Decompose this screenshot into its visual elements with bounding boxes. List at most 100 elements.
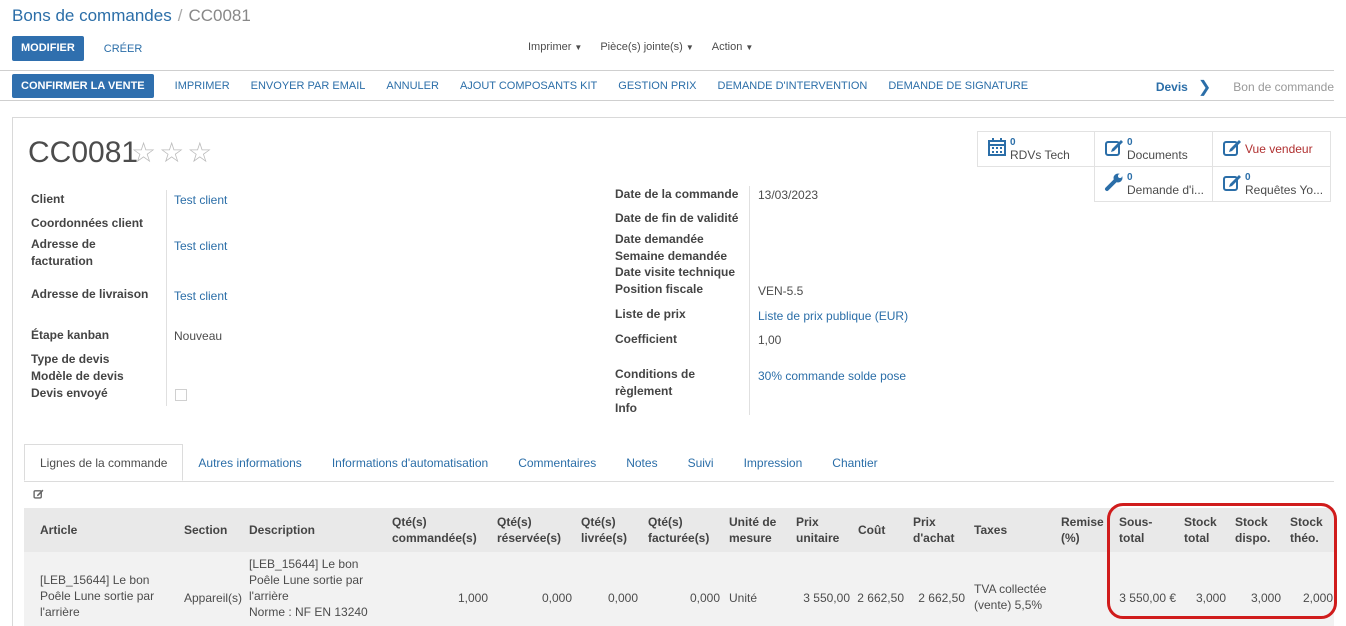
print-button[interactable]: IMPRIMER xyxy=(175,80,230,92)
tab-automation-info[interactable]: Informations d'automatisation xyxy=(317,445,503,481)
caret-down-icon: ▼ xyxy=(574,43,583,52)
pricelist-label: Liste de prix xyxy=(615,307,686,321)
cancel-button[interactable]: ANNULER xyxy=(386,80,439,92)
cell-description: [LEB_15644] Le bon Poêle Lune sortie par l… xyxy=(249,557,368,619)
column-header-discount[interactable]: Remise (%) xyxy=(1061,514,1104,546)
rdv-count: 0 xyxy=(1010,137,1016,148)
breadcrumb-parent-link[interactable]: Bons de commandes xyxy=(12,6,172,25)
tab-other-info[interactable]: Autres informations xyxy=(183,445,316,481)
cell-qty-invoiced: 0,000 xyxy=(689,591,720,605)
client-coordinates-label: Coordonnées client xyxy=(31,216,144,230)
documents-button[interactable]: 0 Documents xyxy=(1094,131,1213,167)
delivery-address-value[interactable]: Test client xyxy=(174,289,227,303)
statusbar: CONFIRMER LA VENTE IMPRIMER ENVOYER PAR … xyxy=(0,70,1334,101)
column-header-purchase-price[interactable]: Prix d'achat xyxy=(913,514,955,546)
action-dropdown[interactable]: Action ▼ xyxy=(712,41,754,53)
print-dropdown[interactable]: Imprimer ▼ xyxy=(528,41,582,53)
intervention-request-smart-button[interactable]: 0 Demande d'i... xyxy=(1094,166,1213,202)
billing-address-value[interactable]: Test client xyxy=(174,239,227,253)
control-panel-buttons: MODIFIER CRÉER xyxy=(12,36,142,61)
column-header-cost[interactable]: Coût xyxy=(858,522,885,538)
tab-tracking[interactable]: Suivi xyxy=(673,445,729,481)
stage-sale-order[interactable]: Bon de commande xyxy=(1233,80,1334,94)
highlight-annotation xyxy=(1107,503,1337,619)
cell-qty-delivered: 0,000 xyxy=(607,591,638,605)
quote-sent-label: Devis envoyé xyxy=(31,386,108,400)
client-value[interactable]: Test client xyxy=(174,193,227,207)
caret-down-icon: ▼ xyxy=(685,43,694,52)
coefficient-value: 1,00 xyxy=(758,333,782,347)
send-email-button[interactable]: ENVOYER PAR EMAIL xyxy=(251,80,366,92)
cell-cost: 2 662,50 xyxy=(857,591,904,605)
priority-stars[interactable]: ☆☆☆ xyxy=(131,136,215,169)
documents-label: Documents xyxy=(1127,149,1188,161)
rdv-label: RDVs Tech xyxy=(1010,149,1070,161)
column-header-uom[interactable]: Unité de mesure xyxy=(729,514,776,546)
column-header-unit-price[interactable]: Prix unitaire xyxy=(796,514,839,546)
column-header-taxes[interactable]: Taxes xyxy=(974,522,1007,538)
order-date-value: 13/03/2023 xyxy=(758,188,819,202)
edit-button[interactable]: MODIFIER xyxy=(12,36,84,61)
kanban-stage-value: Nouveau xyxy=(174,329,223,343)
order-date-label: Date de la commande xyxy=(615,187,739,201)
cell-section: Appareil(s) xyxy=(184,591,243,605)
attachments-dropdown[interactable]: Pièce(s) jointe(s) ▼ xyxy=(600,41,693,53)
column-header-qty-delivered[interactable]: Qté(s) livrée(s) xyxy=(581,514,627,546)
stage-indicator: Devis ❯ Bon de commande xyxy=(1156,77,1334,97)
cell-qty-reserved: 0,000 xyxy=(541,591,572,605)
column-header-section[interactable]: Section xyxy=(184,522,227,538)
breadcrumb: Bons de commandes / CC0081 xyxy=(12,6,251,26)
cell-qty-ordered: 1,000 xyxy=(457,591,488,605)
column-header-qty-reserved[interactable]: Qté(s) réservée(s) xyxy=(497,514,561,546)
documents-count: 0 xyxy=(1127,137,1133,148)
stage-quote[interactable]: Devis xyxy=(1156,80,1188,94)
edit-icon xyxy=(1219,137,1245,162)
quote-sent-checkbox[interactable] xyxy=(175,389,187,401)
cell-article: [LEB_15644] Le bon Poêle Lune sortie par l… xyxy=(40,573,155,619)
chevron-right-icon: ❯ xyxy=(1197,79,1212,96)
requests-count: 0 xyxy=(1245,172,1251,183)
edit-lines-icon[interactable] xyxy=(33,488,44,502)
vendor-view-label: Vue vendeur xyxy=(1245,143,1313,155)
intervention-label: Demande d'i... xyxy=(1127,184,1204,196)
coefficient-label: Coefficient xyxy=(615,332,678,346)
column-header-article[interactable]: Article xyxy=(40,522,77,538)
rdv-tech-button[interactable]: 0 RDVs Tech xyxy=(977,131,1095,167)
column-header-qty-invoiced[interactable]: Qté(s) facturée(s) xyxy=(648,514,709,546)
info-label: Info xyxy=(615,401,637,415)
client-label: Client xyxy=(31,192,65,206)
breadcrumb-separator: / xyxy=(177,6,183,25)
edit-icon xyxy=(1101,137,1127,162)
quote-type-label: Type de devis xyxy=(31,352,110,366)
intervention-count: 0 xyxy=(1127,172,1133,183)
column-header-description[interactable]: Description xyxy=(249,522,315,538)
tab-order-lines[interactable]: Lignes de la commande xyxy=(24,444,184,481)
requests-button[interactable]: 0 Requêtes Yo... xyxy=(1212,166,1331,202)
add-kit-components-button[interactable]: AJOUT COMPOSANTS KIT xyxy=(460,80,597,92)
create-button[interactable]: CRÉER xyxy=(104,43,143,55)
tab-printing[interactable]: Impression xyxy=(729,445,818,481)
vendor-view-button[interactable]: Vue vendeur xyxy=(1212,131,1331,167)
sidebar-dropdowns: Imprimer ▼ Pièce(s) jointe(s) ▼ Action ▼ xyxy=(528,41,753,53)
intervention-request-button[interactable]: DEMANDE D'INTERVENTION xyxy=(718,80,868,92)
wrench-icon xyxy=(1101,172,1127,197)
field-divider xyxy=(749,186,750,415)
kanban-stage-label: Étape kanban xyxy=(31,328,110,342)
delivery-address-label: Adresse de livraison xyxy=(31,287,149,301)
cell-purchase-price: 2 662,50 xyxy=(918,591,965,605)
pricelist-value[interactable]: Liste de prix publique (EUR) xyxy=(758,309,908,323)
column-header-qty-ordered[interactable]: Qté(s) commandée(s) xyxy=(392,514,477,546)
requested-date-label: Date demandée xyxy=(615,232,704,246)
tab-comments[interactable]: Commentaires xyxy=(503,445,611,481)
breadcrumb-current: CC0081 xyxy=(188,6,251,25)
tab-notes[interactable]: Notes xyxy=(611,445,672,481)
confirm-sale-button[interactable]: CONFIRMER LA VENTE xyxy=(12,74,154,98)
requests-label: Requêtes Yo... xyxy=(1245,184,1324,196)
signature-request-button[interactable]: DEMANDE DE SIGNATURE xyxy=(888,80,1028,92)
payment-terms-value[interactable]: 30% commande solde pose xyxy=(758,369,906,383)
price-management-button[interactable]: GESTION PRIX xyxy=(618,80,696,92)
fiscal-position-label: Position fiscale xyxy=(615,282,704,296)
calendar-icon xyxy=(984,137,1010,162)
billing-address-label-line2: facturation xyxy=(31,254,94,268)
tab-worksite[interactable]: Chantier xyxy=(817,445,892,481)
